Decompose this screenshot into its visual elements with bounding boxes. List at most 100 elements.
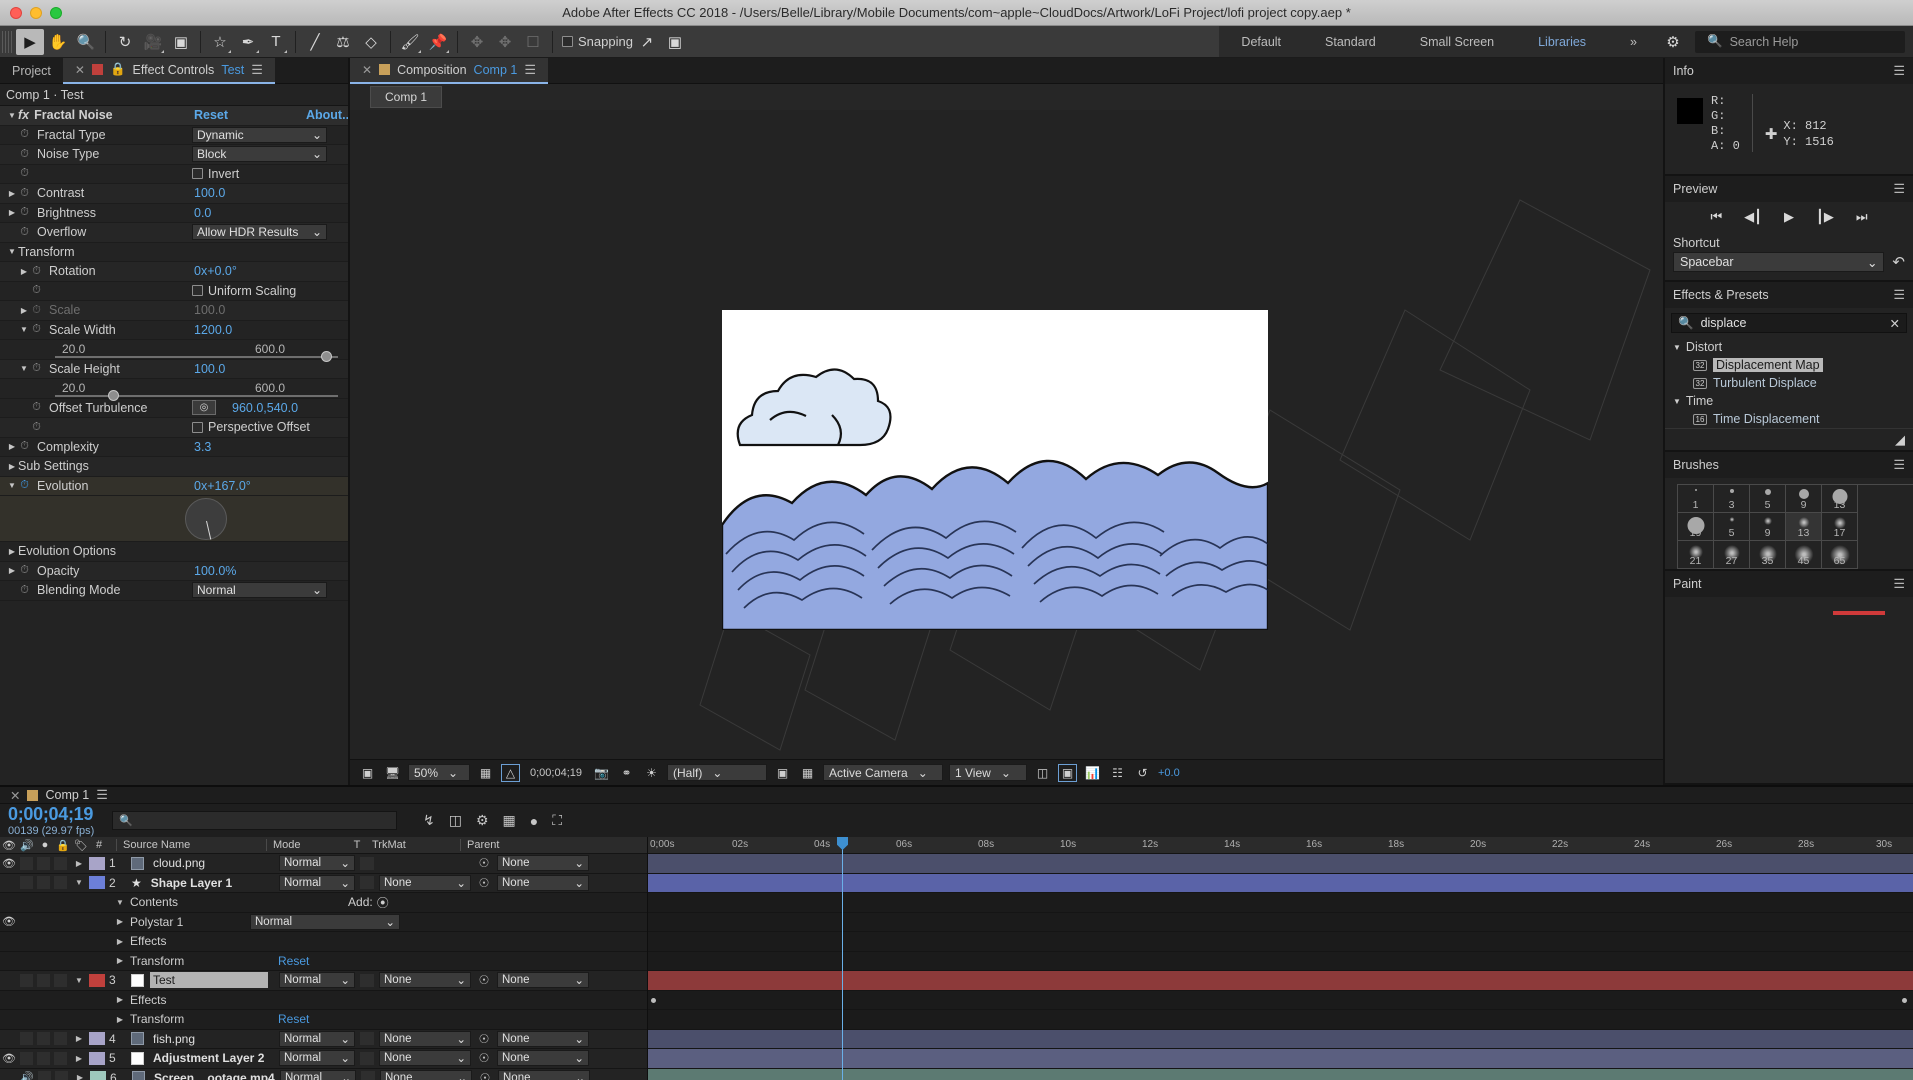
- timeline-header-row[interactable]: 0;00;04;19 00139 (29.97 fps) 🔍 ↯ ◫ ⚙ ▦ ●…: [0, 804, 1913, 837]
- paint-color-row[interactable]: [1665, 597, 1913, 615]
- local-axis-mode-icon[interactable]: ✥: [463, 29, 491, 55]
- timeline-toolbar-icons[interactable]: ↯ ◫ ⚙ ▦ ● ⛶: [397, 812, 562, 829]
- table-row-selected[interactable]: ▼ 3 Test Normal ⌄ None ⌄ ☉ None ⌄: [0, 971, 647, 991]
- timeline-graph-icon[interactable]: 📊: [1083, 764, 1102, 782]
- video-switch-icon[interactable]: 👁: [0, 857, 18, 870]
- layer-color-swatch[interactable]: [89, 973, 105, 987]
- panel-menu-icon[interactable]: ☰: [96, 787, 108, 803]
- disclosure-triangle-icon[interactable]: ▶: [110, 995, 130, 1004]
- stopwatch-icon[interactable]: ⏱: [18, 187, 31, 200]
- param-offset-turbulence[interactable]: ⏱ Offset Turbulence ◎ 960.0,540.0: [0, 399, 348, 418]
- zoom-tool-icon[interactable]: 🔍: [72, 29, 100, 55]
- invert-checkbox-row[interactable]: Invert: [192, 167, 239, 181]
- stopwatch-icon[interactable]: ⏱: [18, 128, 31, 141]
- audio-switch[interactable]: [18, 1032, 35, 1046]
- lock-switch[interactable]: [52, 876, 69, 890]
- param-fractal-type[interactable]: ⏱ Fractal Type Dynamic ⌄: [0, 126, 348, 145]
- brush-cell[interactable]: 9: [1750, 513, 1786, 541]
- add-shape-icon[interactable]: ⦿: [377, 894, 389, 911]
- effects-group-distort[interactable]: ▼ Distort: [1665, 338, 1913, 356]
- workspace-standard[interactable]: Standard: [1303, 26, 1398, 58]
- brush-cell[interactable]: 5: [1714, 513, 1750, 541]
- solo-switch[interactable]: [35, 856, 52, 870]
- draft-3d-icon[interactable]: ◫: [449, 812, 462, 829]
- disclosure-triangle-icon[interactable]: ▼: [18, 325, 30, 334]
- previous-frame-icon[interactable]: ◀┃: [1744, 209, 1762, 225]
- shortcut-row[interactable]: Spacebar ⌄ ↶: [1665, 252, 1913, 280]
- track-row-contents[interactable]: [648, 893, 1913, 913]
- effect-header-fractal-noise[interactable]: ▼ fx Fractal Noise Reset About...: [0, 106, 348, 126]
- workspace-settings-icon[interactable]: ⚙: [1659, 29, 1687, 55]
- clone-stamp-tool-icon[interactable]: ⚖: [329, 29, 357, 55]
- param-opacity[interactable]: ▶ ⏱ Opacity 100.0%: [0, 561, 348, 581]
- layer-mode-select[interactable]: Normal ⌄: [280, 1069, 356, 1080]
- layer-color-swatch[interactable]: [89, 856, 105, 870]
- layer-column-headers[interactable]: 👁 🔊 ● 🔒 🏷 # Source Name Mode T TrkMat Pa…: [0, 837, 647, 854]
- stopwatch-icon[interactable]: ⏱: [18, 584, 31, 597]
- disclosure-triangle-icon[interactable]: ▶: [6, 442, 18, 451]
- region-interest-toggle-icon[interactable]: ▣: [773, 764, 792, 782]
- snapping-checkbox[interactable]: [562, 36, 573, 47]
- audio-switch[interactable]: [18, 973, 35, 987]
- shape-tool-icon[interactable]: ☆: [206, 29, 234, 55]
- lock-switch[interactable]: [52, 1032, 69, 1046]
- hand-tool-icon[interactable]: ✋: [44, 29, 72, 55]
- stopwatch-icon[interactable]: ⏱: [30, 362, 43, 375]
- disclosure-triangle-icon[interactable]: ▶: [110, 917, 130, 926]
- effect-item-turbulent-displace[interactable]: 32 Turbulent Displace: [1665, 374, 1913, 392]
- roto-brush-tool-icon[interactable]: 🖌: [396, 29, 424, 55]
- stopwatch-icon[interactable]: ⏱: [30, 323, 43, 336]
- lock-icon[interactable]: 🔒: [110, 62, 126, 77]
- layer-list[interactable]: 👁 🔊 ● 🔒 🏷 # Source Name Mode T TrkMat Pa…: [0, 837, 648, 1080]
- scale-width-slider[interactable]: 20.0 600.0: [0, 340, 348, 362]
- fractal-type-dropdown[interactable]: Dynamic ⌄: [192, 126, 327, 143]
- stopwatch-icon[interactable]: ⏱: [18, 226, 31, 239]
- comp-render-canvas[interactable]: [720, 310, 1270, 632]
- solo-switch[interactable]: [35, 1051, 52, 1065]
- disclosure-triangle-icon[interactable]: ▼: [1673, 397, 1681, 406]
- param-uniform-scaling[interactable]: ⏱ Uniform Scaling: [0, 282, 348, 301]
- clear-search-icon[interactable]: ✕: [1890, 316, 1900, 331]
- preserve-transparency-switch[interactable]: [355, 1051, 379, 1065]
- track-row-transform[interactable]: [648, 951, 1913, 971]
- property-row-transform[interactable]: ▶ Transform Reset: [0, 951, 647, 971]
- parent-select[interactable]: None ⌄: [497, 1050, 589, 1067]
- table-row[interactable]: 👁 ▶ 5 Adjustment Layer 2 Normal ⌄ None ⌄ ☉…: [0, 1049, 647, 1069]
- evolution-dial[interactable]: [185, 497, 227, 540]
- pixel-aspect-icon[interactable]: ◫: [1033, 764, 1052, 782]
- viewer-timecode[interactable]: 0;00;04;19: [526, 767, 586, 779]
- rotation-value[interactable]: 0x+0.0°: [194, 264, 237, 278]
- timeline-tabs[interactable]: ✕ Comp 1 ☰: [0, 787, 1913, 804]
- rotation-tool-icon[interactable]: ↻: [111, 29, 139, 55]
- tab-composition[interactable]: ✕ Composition Comp 1 ☰: [350, 57, 548, 84]
- disclosure-triangle-icon[interactable]: ▼: [18, 364, 30, 373]
- lock-switch[interactable]: [52, 1051, 69, 1065]
- param-contrast[interactable]: ▶ ⏱ Contrast 100.0: [0, 184, 348, 204]
- grid-guides-icon[interactable]: ▦: [476, 764, 495, 782]
- disclosure-triangle-icon[interactable]: ▼: [110, 898, 130, 907]
- layer-mode-select[interactable]: Normal ⌄: [279, 874, 355, 891]
- first-frame-icon[interactable]: ⏮: [1710, 209, 1722, 225]
- track-matte-select[interactable]: None ⌄: [379, 1030, 471, 1047]
- brush-cell[interactable]: 17: [1822, 513, 1858, 541]
- close-tab-icon[interactable]: ✕: [75, 63, 85, 77]
- close-tab-icon[interactable]: ✕: [10, 788, 20, 803]
- parent-select[interactable]: None ⌄: [497, 1030, 589, 1047]
- lock-switch[interactable]: [53, 1071, 70, 1080]
- workspace-default[interactable]: Default: [1219, 26, 1303, 58]
- show-snapshot-icon[interactable]: ⚭: [617, 764, 636, 782]
- stopwatch-icon[interactable]: ⏱: [18, 479, 31, 492]
- layer-name[interactable]: fish.png: [131, 1031, 279, 1047]
- fast-previews-icon[interactable]: ▣: [1058, 763, 1077, 782]
- zoom-level-select[interactable]: 50% ⌄: [408, 764, 470, 781]
- channel-rgb-icon[interactable]: ☀: [642, 764, 661, 782]
- effect-about-button[interactable]: About...: [306, 108, 348, 122]
- layer-bar-cloud[interactable]: [648, 854, 1913, 874]
- track-matte-select[interactable]: None ⌄: [379, 1050, 471, 1067]
- view-axis-mode-icon[interactable]: ☐: [519, 29, 547, 55]
- layer-color-swatch[interactable]: [89, 1032, 105, 1046]
- info-panel-header[interactable]: Info ☰: [1665, 58, 1913, 84]
- param-noise-type[interactable]: ⏱ Noise Type Block ⌄: [0, 145, 348, 165]
- transform-reset-button[interactable]: Reset: [278, 1012, 309, 1026]
- layer-name[interactable]: Screen ...ootage.mp4: [132, 1070, 280, 1080]
